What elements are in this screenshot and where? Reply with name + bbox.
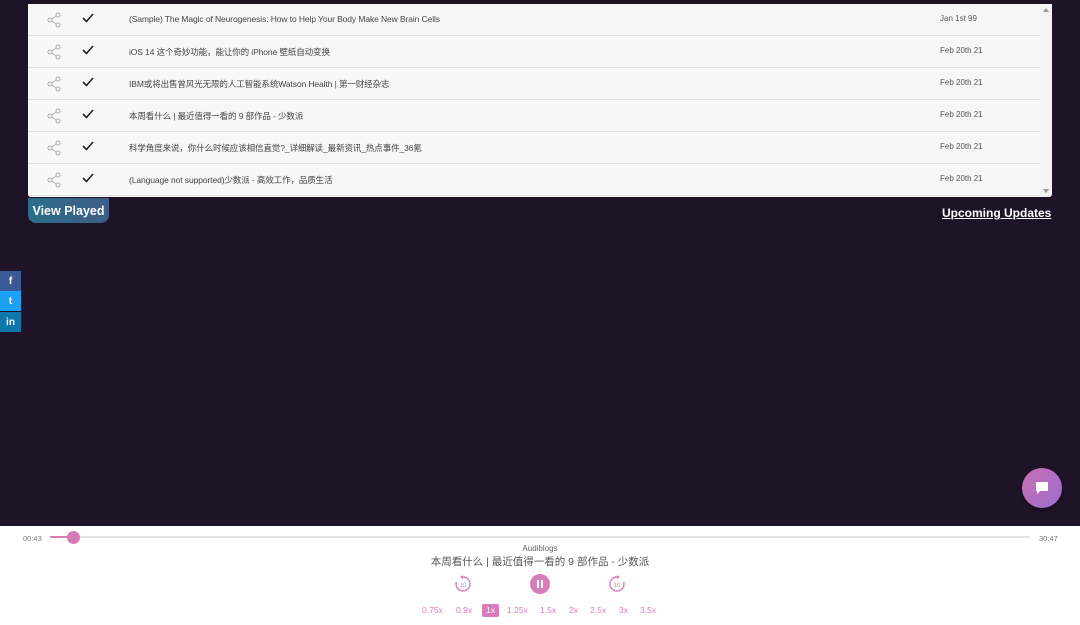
seek-thumb[interactable] <box>66 531 80 544</box>
linkedin-share-button[interactable]: in <box>0 312 21 332</box>
check-icon <box>82 13 94 23</box>
speed-option[interactable]: 1.5x <box>540 604 556 617</box>
audio-player: 00:43 30:47 Audiblogs 本周看什么 | 最近值得一看的 9 … <box>0 526 1080 625</box>
episode-row[interactable]: IBM或将出售曾风光无限的人工智能系统Watson Health | 第一财经杂… <box>28 68 1040 100</box>
playback-speed-selector: 0.75x 0.9x 1x 1.25x 1.5x 2x 2.5x 3x 3.5x <box>0 604 1080 618</box>
share-icon[interactable] <box>46 108 62 124</box>
twitter-icon: t <box>8 295 13 307</box>
linkedin-icon: in <box>6 316 15 328</box>
now-playing-title: 本周看什么 | 最近值得一看的 9 部作品 - 少数派 <box>430 556 650 568</box>
podcast-name: Audiblogs <box>522 544 558 553</box>
speed-option[interactable]: 0.75x <box>422 604 443 617</box>
share-icon[interactable] <box>46 12 62 28</box>
episode-row[interactable]: 本周看什么 | 最近值得一看的 9 部作品 - 少数派 Feb 20th 21 <box>28 100 1040 132</box>
episode-title[interactable]: iOS 14 这个奇妙功能，能让你的 iPhone 壁纸自动变换 <box>129 46 330 58</box>
rewind-seconds: 10 <box>460 583 467 589</box>
episode-row[interactable]: (Language not supported)少数派 - 高效工作，品质生活 … <box>28 164 1040 196</box>
check-icon <box>82 45 94 55</box>
speed-option[interactable]: 0.9x <box>456 604 472 617</box>
chat-bubble-icon <box>1036 482 1048 494</box>
episode-date: Jan 1st 99 <box>940 14 977 23</box>
check-icon <box>82 173 94 183</box>
total-time: 30:47 <box>1039 534 1058 543</box>
episode-row[interactable]: iOS 14 这个奇妙功能，能让你的 iPhone 壁纸自动变换 Feb 20t… <box>28 36 1040 68</box>
speed-option[interactable]: 3.5x <box>640 604 656 617</box>
share-icon[interactable] <box>46 172 62 188</box>
episode-list: (Sample) The Magic of Neurogenesis: How … <box>28 4 1040 197</box>
pause-icon <box>537 580 539 588</box>
episode-date: Feb 20th 21 <box>940 78 983 87</box>
scroll-up-arrow-icon[interactable] <box>1043 8 1049 12</box>
check-icon <box>82 141 94 151</box>
share-icon[interactable] <box>46 44 62 60</box>
check-icon <box>82 77 94 87</box>
episode-title[interactable]: IBM或将出售曾风光无限的人工智能系统Watson Health | 第一财经杂… <box>129 78 389 90</box>
check-icon <box>82 109 94 119</box>
seek-bar[interactable] <box>50 531 1030 544</box>
episode-date: Feb 20th 21 <box>940 110 983 119</box>
upcoming-updates-link[interactable]: Upcoming Updates <box>942 206 1051 220</box>
forward-10-icon: 10 <box>609 575 625 592</box>
speed-option[interactable]: 2.5x <box>590 604 606 617</box>
pause-button[interactable] <box>530 574 550 594</box>
episode-list-panel: (Sample) The Magic of Neurogenesis: How … <box>28 4 1052 197</box>
twitter-share-button[interactable]: t <box>0 291 21 311</box>
episode-title[interactable]: (Language not supported)少数派 - 高效工作，品质生活 <box>129 174 333 186</box>
chat-button[interactable] <box>1022 468 1062 508</box>
episode-title[interactable]: 科学角度来说，你什么时候应该相信直觉?_详细解读_最新资讯_热点事件_36氪 <box>129 142 422 154</box>
list-scrollbar[interactable] <box>1040 4 1052 197</box>
view-played-button[interactable]: View Played <box>28 198 109 223</box>
share-icon[interactable] <box>46 140 62 156</box>
episode-title[interactable]: 本周看什么 | 最近值得一看的 9 部作品 - 少数派 <box>129 110 303 122</box>
forward-seconds: 10 <box>614 583 621 589</box>
rewind-10-icon: 10 <box>455 575 471 592</box>
current-time: 00:43 <box>23 534 42 543</box>
episode-row[interactable]: 科学角度来说，你什么时候应该相信直觉?_详细解读_最新资讯_热点事件_36氪 F… <box>28 132 1040 164</box>
speed-option-active[interactable]: 1x <box>482 604 499 617</box>
speed-option[interactable]: 1.25x <box>507 604 528 617</box>
share-icon[interactable] <box>46 76 62 92</box>
scroll-down-arrow-icon[interactable] <box>1043 189 1049 193</box>
speed-option[interactable]: 3x <box>619 604 628 617</box>
facebook-icon: f <box>8 275 13 287</box>
episode-date: Feb 20th 21 <box>940 142 983 151</box>
facebook-share-button[interactable]: f <box>0 271 21 291</box>
forward-button[interactable]: 10 <box>608 575 626 598</box>
episode-date: Feb 20th 21 <box>940 46 983 55</box>
speed-option[interactable]: 2x <box>569 604 578 617</box>
episode-title[interactable]: (Sample) The Magic of Neurogenesis: How … <box>129 14 440 24</box>
episode-row[interactable]: (Sample) The Magic of Neurogenesis: How … <box>28 4 1040 36</box>
pause-icon <box>541 580 543 588</box>
episode-date: Feb 20th 21 <box>940 174 983 183</box>
rewind-button[interactable]: 10 <box>454 575 472 598</box>
